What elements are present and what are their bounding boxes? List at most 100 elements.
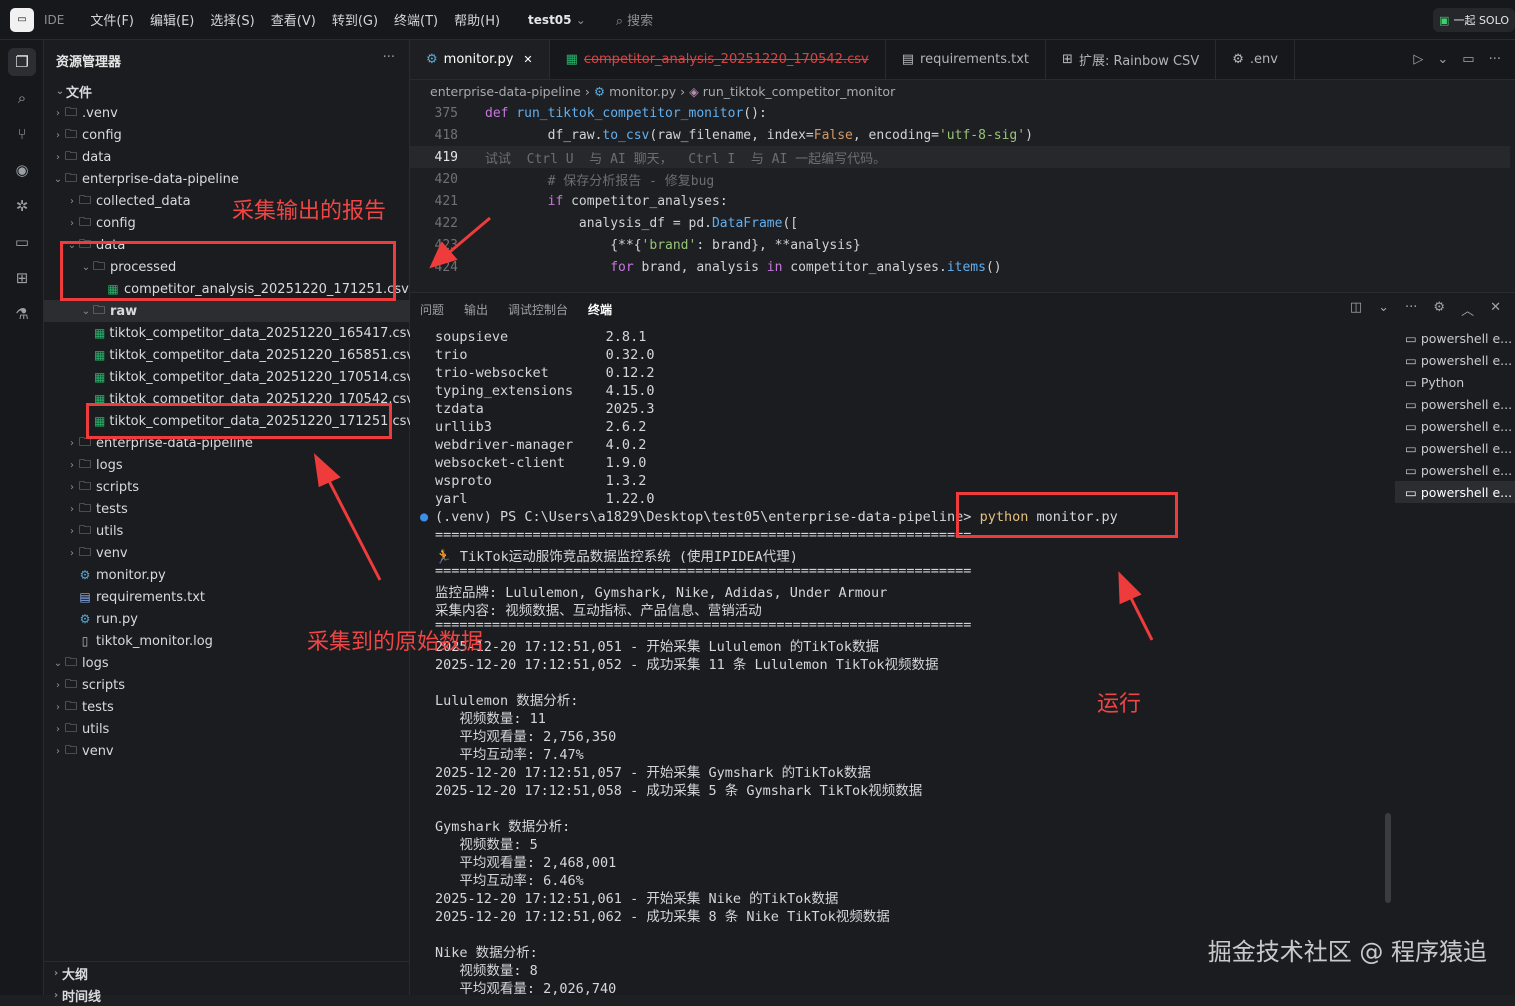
terminal-line: 平均观看量: 2,468,001 — [435, 851, 616, 869]
more-actions-icon[interactable]: ··· — [1405, 300, 1417, 319]
menu-view[interactable]: 查看(V) — [271, 10, 316, 29]
editor-tab[interactable]: ▦competitor_analysis_20251220_170542.csv — [550, 40, 886, 79]
file-item[interactable]: ▦tiktok_competitor_data_20251220_165851.… — [44, 344, 410, 366]
breadcrumb-file[interactable]: monitor.py — [609, 84, 676, 99]
terminal-instance[interactable]: ▭powershell e... — [1395, 349, 1515, 371]
bottom-panel: 问题 输出 调试控制台 终端 ◫ ⌄ ··· ⚙ ︿ ✕ soupsieve 2.8.… — [410, 292, 1515, 995]
solo-button[interactable]: ▣一起 SOLO — [1433, 8, 1515, 32]
terminal-instance[interactable]: ▭powershell e... — [1395, 393, 1515, 415]
source-control-icon[interactable]: ⑂ — [8, 120, 36, 148]
terminal-instance[interactable]: ▭powershell e... — [1395, 437, 1515, 459]
folder-item[interactable]: ›🗀venv — [44, 740, 410, 762]
folder-item[interactable]: ›🗀scripts — [44, 674, 410, 696]
folder-item[interactable]: ⌄🗀raw — [44, 300, 410, 322]
code-editor[interactable]: 375def run_tiktok_competitor_monitor():4… — [410, 102, 1510, 292]
line-number: 375 — [410, 106, 468, 121]
file-item[interactable]: ⚙monitor.py — [44, 564, 410, 586]
search-box[interactable]: ⌕ 搜索 — [616, 10, 653, 29]
explorer-icon[interactable]: ❐ — [8, 48, 36, 76]
python-file-icon: ⚙ — [78, 612, 92, 626]
code-line[interactable]: 418 df_raw.to_csv(raw_filename, index=Fa… — [410, 124, 1510, 146]
file-item[interactable]: ▤requirements.txt — [44, 586, 410, 608]
tree-item-label: venv — [96, 546, 128, 561]
terminal-output[interactable]: soupsieve 2.8.1trio 0.32.0trio-websocket… — [410, 327, 1395, 996]
search-icon: ⌕ — [616, 14, 623, 29]
folder-item[interactable]: ›🗀config — [44, 124, 410, 146]
folder-item[interactable]: ›🗀data — [44, 146, 410, 168]
files-section-header[interactable]: ⌄文件 — [44, 80, 410, 102]
menu-edit[interactable]: 编辑(E) — [150, 10, 194, 29]
preview-icon[interactable]: ◉ — [8, 156, 36, 184]
code-line[interactable]: 420 # 保存分析报告 - 修复bug — [410, 168, 1510, 190]
editor-tab[interactable]: ⚙monitor.py✕ — [410, 40, 550, 79]
code-line[interactable]: 424 for brand, analysis in competitor_an… — [410, 256, 1510, 278]
panel-tab[interactable]: 输出 — [464, 301, 488, 318]
folder-item[interactable]: ›🗀scripts — [44, 476, 410, 498]
folder-item[interactable]: ›🗀utils — [44, 520, 410, 542]
panel-tab[interactable]: 问题 — [420, 301, 444, 318]
terminal-instance[interactable]: ▭powershell e... — [1395, 415, 1515, 437]
tree-item-label: monitor.py — [96, 568, 166, 583]
run-icon[interactable]: ▷ — [1413, 52, 1423, 67]
code-line[interactable]: 423 {**{'brand': brand}, **analysis} — [410, 234, 1510, 256]
folder-item[interactable]: ›🗀utils — [44, 718, 410, 740]
code-line[interactable]: 421 if competitor_analyses: — [410, 190, 1510, 212]
tree-item-label: data — [82, 150, 111, 165]
chevron-down-icon[interactable]: ⌄ — [1437, 52, 1448, 67]
menu-goto[interactable]: 转到(G) — [332, 10, 378, 29]
more-actions-icon[interactable]: ··· — [1489, 52, 1501, 67]
debug-icon[interactable]: ✲ — [8, 192, 36, 220]
settings-icon[interactable]: ⚙ — [1433, 300, 1445, 319]
editor-tab[interactable]: ⊞扩展: Rainbow CSV — [1046, 40, 1216, 79]
split-terminal-icon[interactable]: ◫ — [1350, 300, 1362, 319]
file-item[interactable]: ▦tiktok_competitor_data_20251220_170514.… — [44, 366, 410, 388]
menu-help[interactable]: 帮助(H) — [454, 10, 500, 29]
terminal-scrollbar[interactable] — [1385, 813, 1391, 903]
folder-item[interactable]: ›🗀venv — [44, 542, 410, 564]
project-selector[interactable]: test05 ⌄ — [528, 13, 586, 27]
terminal-instance[interactable]: ▭powershell e... — [1395, 459, 1515, 481]
editor-tab[interactable]: ⚙.env — [1216, 40, 1295, 79]
terminal-instance[interactable]: ▭powershell e... — [1395, 481, 1515, 503]
remote-icon[interactable]: ▭ — [8, 228, 36, 256]
folder-item[interactable]: ›🗀.venv — [44, 102, 410, 124]
panel-tab[interactable]: 调试控制台 — [508, 301, 568, 318]
terminal-icon: ▭ — [1405, 331, 1417, 346]
code-line[interactable]: 419试试 Ctrl U 与 AI 聊天， Ctrl I 与 AI 一起编写代码… — [410, 146, 1510, 168]
search-icon[interactable]: ⌕ — [8, 84, 36, 112]
terminal-line: wsproto 1.3.2 — [435, 473, 646, 491]
file-item[interactable]: ▦tiktok_competitor_data_20251220_165417.… — [44, 322, 410, 344]
folder-icon: 🗀 — [64, 697, 78, 718]
folder-item[interactable]: ›🗀logs — [44, 454, 410, 476]
close-icon[interactable]: ✕ — [1490, 300, 1501, 319]
close-tab-icon[interactable]: ✕ — [523, 53, 532, 66]
terminal-label: powershell e... — [1421, 463, 1512, 478]
code-line[interactable]: 375def run_tiktok_competitor_monitor(): — [410, 102, 1510, 124]
terminal-instance[interactable]: ▭powershell e... — [1395, 327, 1515, 349]
breadcrumb-symbol[interactable]: run_tiktok_competitor_monitor — [703, 84, 895, 99]
folder-item[interactable]: ›🗀tests — [44, 498, 410, 520]
split-editor-icon[interactable]: ▭ — [1462, 52, 1474, 67]
chevron-down-icon[interactable]: ⌄ — [1378, 300, 1389, 319]
extensions-icon[interactable]: ⊞ — [8, 264, 36, 292]
terminal-instance[interactable]: ▭Python — [1395, 371, 1515, 393]
folder-icon: 🗀 — [64, 147, 78, 168]
folder-item[interactable]: ›🗀tests — [44, 696, 410, 718]
maximize-panel-icon[interactable]: ︿ — [1461, 300, 1474, 319]
menu-terminal[interactable]: 终端(T) — [394, 10, 438, 29]
outline-header[interactable]: ›大纲 — [44, 962, 410, 984]
timeline-header[interactable]: ›时间线 — [44, 984, 410, 1006]
breadcrumb-folder[interactable]: enterprise-data-pipeline — [430, 84, 581, 99]
chevron-down-icon: ⌄ — [52, 174, 64, 185]
testing-icon[interactable]: ⚗ — [8, 300, 36, 328]
watermark: 掘金技术社区 @ 程序猿追 — [1208, 932, 1487, 967]
menu-selection[interactable]: 选择(S) — [210, 10, 254, 29]
folder-item[interactable]: ⌄🗀enterprise-data-pipeline — [44, 168, 410, 190]
folder-open-icon: 🗀 — [92, 301, 106, 322]
more-actions-icon[interactable]: ··· — [383, 50, 395, 65]
editor-tab[interactable]: ▤requirements.txt — [886, 40, 1046, 79]
menu-file[interactable]: 文件(F) — [90, 10, 134, 29]
terminal-line: 监控品牌: Lululemon, Gymshark, Nike, Adidas,… — [435, 581, 887, 599]
panel-tab[interactable]: 终端 — [588, 301, 612, 318]
code-line[interactable]: 422 analysis_df = pd.DataFrame([ — [410, 212, 1510, 234]
